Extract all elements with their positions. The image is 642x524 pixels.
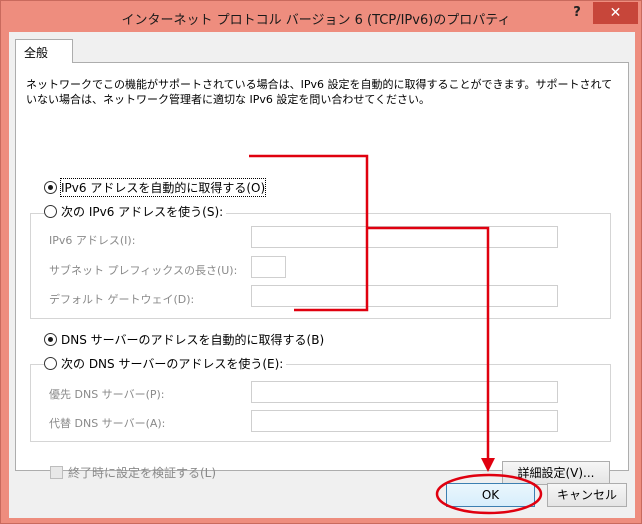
description-text: ネットワークでこの機能がサポートされている場合は、IPv6 設定を自動的に取得す… — [26, 78, 613, 106]
dns-auto-radio[interactable] — [44, 333, 57, 346]
dns-manual-radio[interactable] — [44, 357, 57, 370]
help-button[interactable]: ? — [566, 5, 588, 23]
dialog-client: 全般 ネットワークでこの機能がサポートされている場合は、IPv6 設定を自動的に… — [9, 32, 635, 518]
subnet-prefix-label: サブネット プレフィックスの長さ(U): — [49, 264, 238, 277]
validate-checkbox-row[interactable]: 終了時に設定を検証する(L) — [50, 464, 216, 481]
ip-manual-label: 次の IPv6 アドレスを使う(S): — [61, 205, 224, 219]
preferred-dns-label: 優先 DNS サーバー(P): — [49, 388, 165, 401]
ip-manual-radio-row[interactable]: 次の IPv6 アドレスを使う(S): — [44, 203, 227, 220]
properties-window: インターネット プロトコル バージョン 6 (TCP/IPv6)のプロパティ ?… — [0, 0, 642, 524]
subnet-prefix-input[interactable] — [251, 256, 286, 278]
ip-auto-label: IPv6 アドレスを自動的に取得する(O) — [59, 178, 267, 197]
tab-panel-general: ネットワークでこの機能がサポートされている場合は、IPv6 設定を自動的に取得す… — [15, 62, 629, 485]
alternate-dns-label: 代替 DNS サーバー(A): — [49, 417, 166, 430]
title-bar[interactable]: インターネット プロトコル バージョン 6 (TCP/IPv6)のプロパティ ?… — [1, 1, 641, 33]
window-title: インターネット プロトコル バージョン 6 (TCP/IPv6)のプロパティ — [121, 13, 511, 28]
dns-manual-label: 次の DNS サーバーのアドレスを使う(E): — [61, 357, 284, 371]
dns-auto-label: DNS サーバーのアドレスを自動的に取得する(B) — [61, 333, 325, 347]
ip-manual-radio[interactable] — [44, 205, 57, 218]
ipv6-address-input[interactable] — [251, 226, 558, 248]
alternate-dns-input[interactable] — [251, 410, 558, 432]
ip-auto-radio-row[interactable]: IPv6 アドレスを自動的に取得する(O) — [44, 178, 269, 197]
default-gateway-label: デフォルト ゲートウェイ(D): — [49, 293, 195, 306]
default-gateway-input[interactable] — [251, 285, 558, 307]
advanced-button[interactable]: 詳細設定(V)... — [502, 461, 610, 485]
dns-manual-radio-row[interactable]: 次の DNS サーバーのアドレスを使う(E): — [44, 355, 287, 372]
close-icon: ✕ — [609, 5, 622, 21]
ok-button[interactable]: OK — [446, 483, 535, 507]
cancel-button[interactable]: キャンセル — [547, 483, 627, 507]
ipv6-address-label: IPv6 アドレス(I): — [49, 234, 136, 247]
close-button[interactable]: ✕ — [593, 2, 638, 24]
validate-checkbox[interactable] — [50, 466, 63, 479]
preferred-dns-input[interactable] — [251, 381, 558, 403]
validate-label: 終了時に設定を検証する(L) — [68, 466, 217, 480]
dns-auto-radio-row[interactable]: DNS サーバーのアドレスを自動的に取得する(B) — [44, 331, 328, 348]
tab-general[interactable]: 全般 — [15, 39, 73, 63]
ip-auto-radio[interactable] — [44, 181, 57, 194]
